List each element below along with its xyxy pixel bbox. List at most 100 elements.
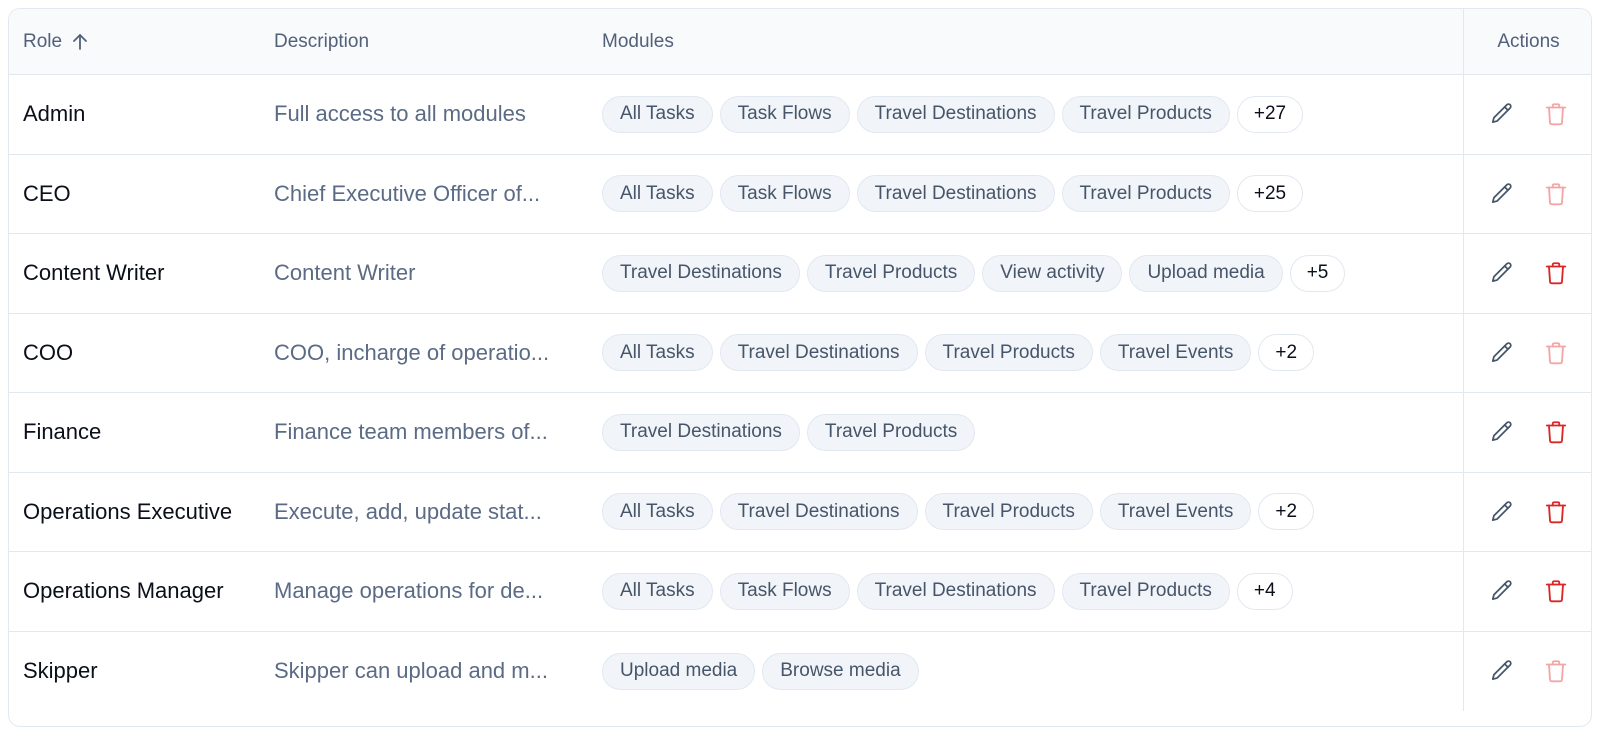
more-modules-badge[interactable]: +2	[1258, 493, 1315, 531]
module-chip: All Tasks	[602, 572, 713, 610]
module-chip: Upload media	[1129, 254, 1283, 292]
module-chip: Travel Products	[1061, 95, 1230, 133]
trash-icon[interactable]	[1540, 337, 1572, 369]
table-row: Operations Manager Manage operations for…	[9, 552, 1591, 632]
table-row: Admin Full access to all modules All Tas…	[9, 75, 1591, 155]
module-chip: Travel Destinations	[856, 95, 1055, 133]
role-name: COO	[23, 339, 74, 365]
more-modules-badge[interactable]: +25	[1236, 175, 1304, 213]
module-chip: Travel Events	[1099, 334, 1252, 372]
description-cell: Execute, add, update stat...	[274, 499, 602, 525]
module-chip: Travel Destinations	[719, 334, 918, 372]
module-chip: Travel Destinations	[856, 572, 1055, 610]
module-chip: Travel Products	[924, 493, 1093, 531]
trash-icon[interactable]	[1540, 416, 1572, 448]
role-header-label: Role	[23, 30, 63, 52]
role-description: Full access to all modules	[274, 101, 526, 127]
module-chip: Travel Destinations	[602, 413, 800, 451]
module-chip: Travel Products	[1061, 175, 1230, 213]
table-body: Admin Full access to all modules All Tas…	[9, 75, 1591, 711]
modules-cell: Upload media Browse media	[602, 652, 1463, 690]
table-header: Role Description Modules Actions	[9, 9, 1591, 75]
pencil-icon[interactable]	[1486, 337, 1518, 369]
modules-cell: Travel Destinations Travel Products	[602, 413, 1463, 451]
trash-icon[interactable]	[1540, 178, 1572, 210]
pencil-icon[interactable]	[1486, 98, 1518, 130]
pencil-icon[interactable]	[1486, 575, 1518, 607]
trash-icon[interactable]	[1540, 575, 1572, 607]
description-cell: Manage operations for de...	[274, 578, 602, 604]
role-cell: Skipper	[9, 658, 274, 684]
actions-cell	[1463, 631, 1591, 711]
more-modules-badge[interactable]: +5	[1289, 254, 1346, 292]
actions-cell	[1463, 234, 1591, 313]
module-chip: Browse media	[762, 652, 919, 690]
trash-icon[interactable]	[1540, 496, 1572, 528]
role-description: Finance team members of...	[274, 419, 548, 445]
module-chip: Travel Events	[1099, 493, 1252, 531]
more-modules-badge[interactable]: +2	[1258, 334, 1315, 372]
role-description: Manage operations for de...	[274, 578, 544, 604]
table-row: Content Writer Content Writer Travel Des…	[9, 234, 1591, 314]
module-chip: Travel Products	[806, 254, 976, 292]
role-name: Admin	[23, 101, 86, 127]
role-description: Skipper can upload and m...	[274, 658, 548, 684]
role-cell: Admin	[9, 101, 274, 127]
trash-icon[interactable]	[1540, 655, 1572, 687]
actions-cell	[1463, 154, 1591, 233]
module-chip: Travel Destinations	[602, 254, 800, 292]
pencil-icon[interactable]	[1486, 655, 1518, 687]
module-chip: Travel Destinations	[719, 493, 918, 531]
role-name: Finance	[23, 419, 102, 445]
trash-icon[interactable]	[1540, 98, 1572, 130]
role-description: COO, incharge of operatio...	[274, 339, 550, 365]
description-cell: Content Writer	[274, 260, 602, 286]
actions-cell	[1463, 75, 1591, 154]
actions-cell	[1463, 552, 1591, 631]
module-chip: Travel Destinations	[856, 175, 1055, 213]
pencil-icon[interactable]	[1486, 496, 1518, 528]
pencil-icon[interactable]	[1486, 257, 1518, 289]
pencil-icon[interactable]	[1486, 416, 1518, 448]
role-cell: Operations Manager	[9, 578, 274, 604]
modules-cell: All Tasks Travel Destinations Travel Produ…	[602, 334, 1463, 372]
actions-cell	[1463, 313, 1591, 392]
description-cell: Full access to all modules	[274, 101, 602, 127]
role-cell: CEO	[9, 181, 274, 207]
description-column-header: Description	[274, 30, 370, 52]
module-chip: Travel Products	[806, 413, 976, 451]
role-cell: Content Writer	[9, 260, 274, 286]
module-chip: All Tasks	[602, 334, 713, 372]
description-cell: Finance team members of...	[274, 419, 602, 445]
role-description: Content Writer	[274, 260, 416, 286]
description-cell: Chief Executive Officer of...	[274, 181, 602, 207]
more-modules-badge[interactable]: +4	[1236, 572, 1293, 610]
role-column-header[interactable]: Role	[9, 31, 274, 53]
module-chip: Task Flows	[719, 95, 850, 133]
modules-cell: All Tasks Task Flows Travel Destinations Tr…	[602, 95, 1463, 133]
role-cell: Operations Executive	[9, 499, 274, 525]
role-name: CEO	[23, 180, 71, 206]
module-chip: All Tasks	[602, 95, 713, 133]
modules-cell: All Tasks Task Flows Travel Destinations Tr…	[602, 572, 1463, 610]
module-chip: Upload media	[602, 652, 756, 690]
module-chip: Task Flows	[719, 175, 850, 213]
role-name: Skipper	[23, 658, 98, 684]
module-chip: All Tasks	[602, 493, 713, 531]
modules-cell: All Tasks Task Flows Travel Destinations Tr…	[602, 175, 1463, 213]
pencil-icon[interactable]	[1486, 178, 1518, 210]
trash-icon[interactable]	[1540, 257, 1572, 289]
more-modules-badge[interactable]: +27	[1236, 95, 1304, 133]
module-chip: Travel Products	[1061, 572, 1230, 610]
table-row: Skipper Skipper can upload and m... Uplo…	[9, 631, 1591, 711]
role-description: Chief Executive Officer of...	[274, 180, 541, 206]
arrow-up-icon[interactable]	[70, 32, 90, 52]
actions-cell	[1463, 472, 1591, 551]
description-cell: Skipper can upload and m...	[274, 658, 602, 684]
role-name: Operations Manager	[23, 578, 224, 604]
table-row: CEO Chief Executive Officer of... All Ta…	[9, 154, 1591, 234]
description-cell: COO, incharge of operatio...	[274, 340, 602, 366]
actions-column-header: Actions	[1463, 9, 1591, 74]
role-cell: Finance	[9, 419, 274, 445]
modules-cell: All Tasks Travel Destinations Travel Produ…	[602, 493, 1463, 531]
